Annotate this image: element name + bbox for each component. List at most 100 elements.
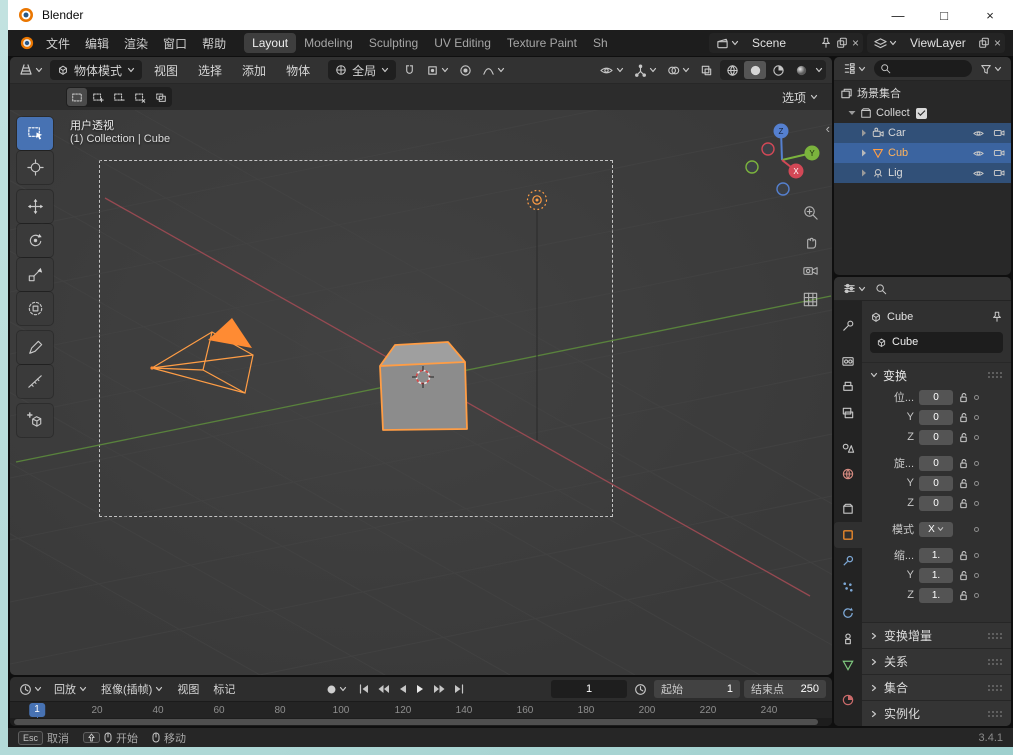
camera-view-icon[interactable]	[802, 262, 819, 279]
options-dropdown[interactable]: 选项	[782, 89, 822, 106]
minimize-button[interactable]: —	[875, 0, 921, 30]
maximize-button[interactable]: □	[921, 0, 967, 30]
filter-icon[interactable]	[977, 61, 1005, 77]
tool-cursor[interactable]	[17, 151, 53, 184]
axis-neg-x[interactable]	[761, 142, 775, 156]
unlock-icon[interactable]	[958, 590, 969, 601]
properties-search-icon[interactable]	[875, 283, 887, 295]
menu-render[interactable]: 渲染	[117, 32, 155, 55]
location-z-field[interactable]: 0	[919, 429, 953, 445]
animate-dot[interactable]	[974, 592, 979, 598]
hide-eye-icon[interactable]	[972, 128, 985, 139]
frame-start-field[interactable]: 起始 1	[654, 680, 741, 698]
animate-dot[interactable]	[974, 480, 979, 486]
jump-to-end-button[interactable]	[453, 684, 465, 694]
unlink-scene-icon[interactable]: ×	[852, 36, 859, 50]
overlays-dropdown-icon[interactable]	[664, 62, 693, 79]
tab-viewlayer-icon[interactable]	[834, 400, 862, 426]
tool-rotate[interactable]	[17, 224, 53, 257]
tab-object-icon[interactable]	[834, 522, 862, 548]
tool-move[interactable]	[17, 190, 53, 223]
hide-eye-icon[interactable]	[972, 148, 985, 159]
unlock-icon[interactable]	[958, 498, 969, 509]
menu-file[interactable]: 文件	[39, 32, 77, 55]
close-button[interactable]: ×	[967, 0, 1013, 30]
unlock-icon[interactable]	[958, 550, 969, 561]
jump-to-start-button[interactable]	[358, 684, 370, 694]
scrollbar-thumb[interactable]	[14, 719, 818, 725]
menu-help[interactable]: 帮助	[195, 32, 233, 55]
outliner-row-camera[interactable]: Car	[834, 123, 1011, 143]
light-object[interactable]	[526, 189, 548, 211]
disable-render-icon[interactable]	[993, 128, 1005, 138]
tab-modifiers-icon[interactable]	[834, 548, 862, 574]
timeline-editor-type-icon[interactable]	[16, 681, 45, 698]
outliner-row-light[interactable]: Lig	[834, 163, 1011, 183]
visibility-dropdown-icon[interactable]	[596, 62, 627, 79]
rotation-x-field[interactable]: 0	[919, 455, 953, 471]
shading-material-icon[interactable]	[767, 61, 789, 79]
unlink-viewlayer-icon[interactable]: ×	[994, 36, 1001, 50]
panel-grip-icon[interactable]	[987, 657, 1003, 666]
unlock-icon[interactable]	[958, 478, 969, 489]
titlebar[interactable]: Blender — □ ×	[8, 0, 1013, 30]
viewport-menu-object[interactable]: 物体	[278, 59, 318, 82]
shading-dropdown-chevron[interactable]	[813, 61, 825, 79]
unlock-icon[interactable]	[958, 412, 969, 423]
blender-menu-icon[interactable]	[16, 36, 38, 50]
gizmos-dropdown-icon[interactable]	[631, 62, 660, 79]
select-set-icon[interactable]	[67, 88, 87, 106]
viewport-menu-add[interactable]: 添加	[234, 59, 274, 82]
workspace-tab-sculpting[interactable]: Sculpting	[361, 33, 426, 53]
rotation-y-field[interactable]: 0	[919, 475, 953, 491]
scale-x-field[interactable]: 1.	[919, 547, 953, 563]
disable-render-icon[interactable]	[993, 148, 1005, 158]
select-invert-icon[interactable]	[130, 88, 150, 106]
animate-dot[interactable]	[974, 394, 979, 400]
workspace-tab-modeling[interactable]: Modeling	[296, 33, 361, 53]
disclosure-down-icon[interactable]	[848, 110, 856, 116]
delta-transform-panel[interactable]: 变换增量	[862, 622, 1011, 648]
menu-edit[interactable]: 编辑	[78, 32, 116, 55]
object-name-field[interactable]: Cube	[870, 331, 1003, 353]
animate-dot[interactable]	[974, 414, 979, 420]
timeline-ruler[interactable]: 20 40 60 80 100 120 140 160 180 200 220 …	[10, 701, 832, 718]
animate-dot[interactable]	[974, 572, 979, 578]
unlock-icon[interactable]	[958, 570, 969, 581]
timeline-menu-view[interactable]: 视图	[172, 679, 204, 699]
menu-window[interactable]: 窗口	[156, 32, 194, 55]
tab-output-icon[interactable]	[834, 374, 862, 400]
location-x-field[interactable]: 0	[919, 389, 953, 405]
navigation-gizmo[interactable]: Z Y X	[745, 123, 820, 196]
axis-neg-z[interactable]	[776, 182, 790, 196]
camera-object[interactable]	[150, 318, 254, 394]
editor-type-icon[interactable]	[16, 61, 46, 79]
current-frame-marker[interactable]: 1	[29, 703, 45, 717]
mode-dropdown[interactable]: 物体模式	[50, 60, 143, 80]
disclosure-right-icon[interactable]	[860, 149, 868, 157]
tab-object-data-icon[interactable]	[834, 652, 862, 678]
animate-dot[interactable]	[974, 460, 979, 466]
tab-constraints-icon[interactable]	[834, 626, 862, 652]
tab-collection-icon[interactable]	[834, 496, 862, 522]
tool-annotate[interactable]	[17, 331, 53, 364]
xray-toggle-icon[interactable]	[697, 62, 716, 79]
outliner-search-field[interactable]	[874, 60, 972, 77]
relations-panel[interactable]: 关系	[862, 648, 1011, 674]
tab-material-icon[interactable]	[834, 687, 862, 713]
zoom-icon[interactable]	[802, 204, 819, 221]
hide-eye-icon[interactable]	[972, 168, 985, 179]
select-extend-icon[interactable]	[88, 88, 108, 106]
tool-measure[interactable]	[17, 365, 53, 398]
properties-editor-type-icon[interactable]	[840, 280, 869, 297]
shading-solid-icon[interactable]	[744, 61, 766, 79]
tab-tool-icon[interactable]	[834, 313, 862, 339]
outliner-row-scene-collection[interactable]: 场景集合	[834, 83, 1011, 103]
timeline-menu-markers[interactable]: 标记	[208, 679, 240, 699]
ortho-grid-icon[interactable]	[802, 291, 819, 308]
duplicate-viewlayer-icon[interactable]	[978, 37, 990, 49]
unlock-icon[interactable]	[958, 458, 969, 469]
shading-rendered-icon[interactable]	[790, 61, 812, 79]
animate-dot[interactable]	[974, 434, 979, 440]
play-button[interactable]	[415, 684, 426, 694]
